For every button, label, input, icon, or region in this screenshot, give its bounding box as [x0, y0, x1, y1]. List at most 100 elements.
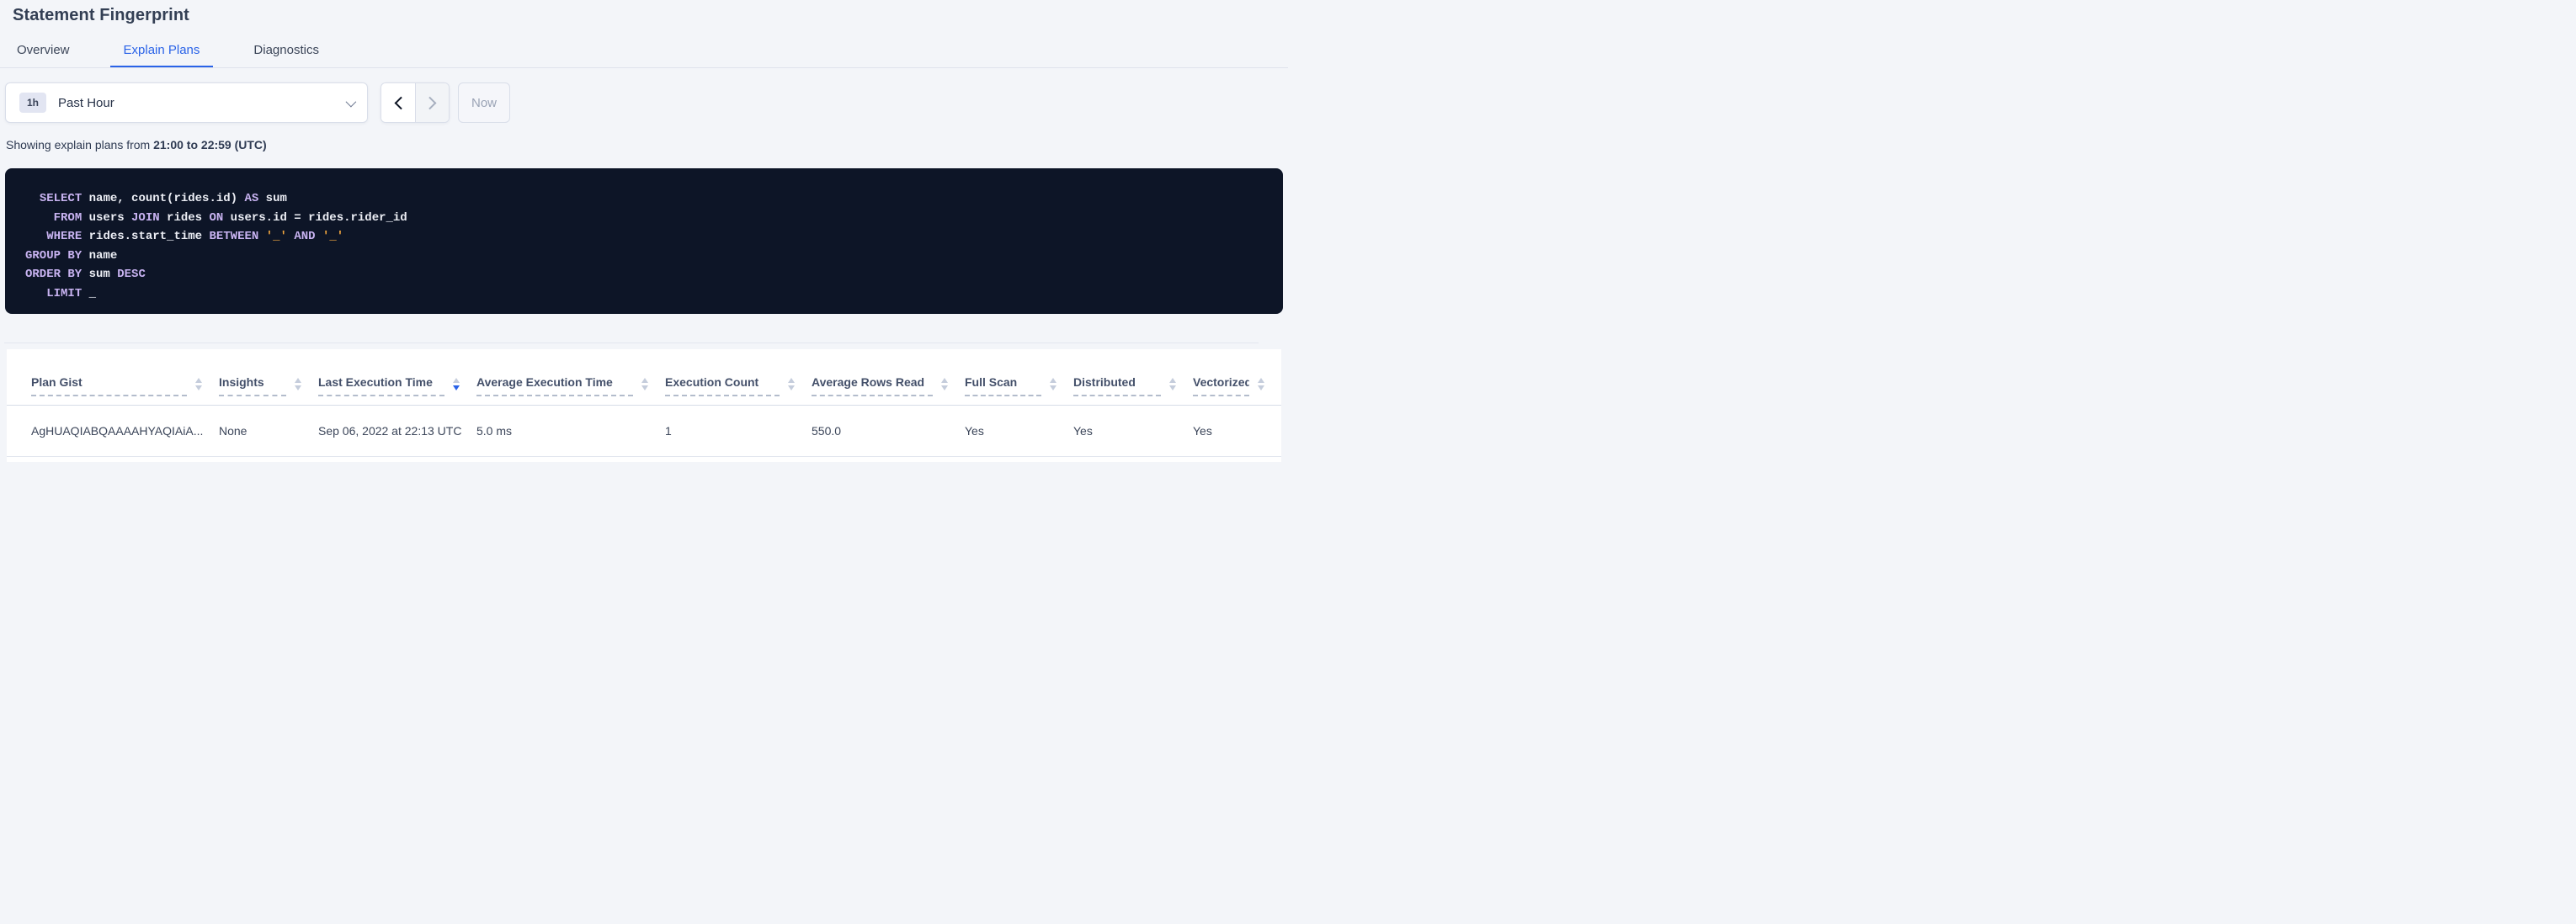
table-row: AgHUAQIABQAAAAHYAQIAiA...NoneSep 06, 202…: [7, 405, 1281, 456]
sort-icon[interactable]: [453, 378, 460, 390]
sql-text: name: [82, 249, 117, 263]
sql-keyword: AS: [244, 192, 258, 205]
sql-text: sum: [82, 268, 117, 281]
chevron-right-icon: [423, 96, 437, 109]
sort-desc-arrow: [1258, 385, 1264, 390]
sort-desc-arrow: [941, 385, 948, 390]
cell-plan-gist[interactable]: AgHUAQIABQAAAAHYAQIAiA...: [7, 405, 219, 456]
sql-keyword: ON: [209, 211, 223, 225]
sort-asc-arrow: [788, 378, 795, 383]
sql-keyword: LIMIT: [46, 287, 82, 300]
chevron-left-icon: [394, 96, 407, 109]
sort-icon[interactable]: [788, 378, 795, 390]
tab-diagnostics[interactable]: Diagnostics: [240, 31, 333, 68]
column-header-plan-gist[interactable]: Plan Gist: [7, 349, 219, 405]
cell-insights: None: [219, 405, 318, 456]
sort-icon[interactable]: [195, 378, 202, 390]
summary-prefix: Showing explain plans from: [6, 138, 153, 151]
sort-desc-arrow: [195, 385, 202, 390]
next-time-range-button[interactable]: [415, 83, 449, 122]
table-body: AgHUAQIABQAAAAHYAQIAiA...NoneSep 06, 202…: [7, 405, 1281, 456]
sort-icon[interactable]: [295, 378, 301, 390]
sort-asc-arrow: [1169, 378, 1176, 383]
sort-icon[interactable]: [641, 378, 648, 390]
column-header-last-execution-time[interactable]: Last Execution Time: [318, 349, 476, 405]
cell-average-execution-time: 5.0 ms: [476, 405, 665, 456]
column-label-full-scan: Full Scan: [965, 375, 1041, 396]
cell-last-execution-time: Sep 06, 2022 at 22:13 UTC: [318, 405, 476, 456]
cell-distributed: Yes: [1073, 405, 1193, 456]
time-range-summary: Showing explain plans from 21:00 to 22:5…: [6, 138, 267, 151]
sql-literal: '_': [322, 230, 343, 243]
column-label-insights: Insights: [219, 375, 286, 396]
column-label-vectorized: Vectorized: [1193, 375, 1249, 396]
sql-keyword: DESC: [117, 268, 146, 281]
sql-text: sum: [258, 192, 287, 205]
column-header-average-rows-read[interactable]: Average Rows Read: [812, 349, 965, 405]
sql-keyword: JOIN: [131, 211, 160, 225]
sql-keyword: AND: [294, 230, 315, 243]
column-header-vectorized[interactable]: Vectorized: [1193, 349, 1281, 405]
sql-code: SELECT name, count(rides.id) AS sum FROM…: [25, 189, 1263, 303]
sql-text: _: [82, 287, 96, 300]
time-controls: 1h Past Hour Now: [5, 82, 510, 123]
column-header-average-execution-time[interactable]: Average Execution Time: [476, 349, 665, 405]
time-range-badge: 1h: [19, 93, 46, 113]
sort-desc-arrow: [641, 385, 648, 390]
sql-keyword: FROM: [54, 211, 82, 225]
sql-text: rides.start_time: [82, 230, 209, 243]
sort-desc-arrow: [295, 385, 301, 390]
sort-asc-arrow: [1050, 378, 1056, 383]
cell-vectorized: Yes: [1193, 405, 1281, 456]
explain-plans-table-card: Plan Gist Insights Last Execution Time Aver…: [7, 349, 1281, 462]
tab-explain-plans[interactable]: Explain Plans: [110, 31, 214, 68]
sql-text: [25, 287, 46, 300]
column-header-distributed[interactable]: Distributed: [1073, 349, 1193, 405]
summary-range: 21:00 to 22:59 (UTC): [153, 138, 267, 151]
sort-asc-arrow: [941, 378, 948, 383]
sql-keyword: ORDER BY: [25, 268, 82, 281]
sort-icon[interactable]: [1258, 378, 1264, 390]
sort-asc-arrow: [453, 378, 460, 383]
cell-execution-count: 1: [665, 405, 812, 456]
time-nav-group: [381, 82, 450, 123]
sql-text: [25, 192, 40, 205]
cell-average-rows-read: 550.0: [812, 405, 965, 456]
sql-text: rides: [160, 211, 210, 225]
column-header-execution-count[interactable]: Execution Count: [665, 349, 812, 405]
sql-keyword: GROUP BY: [25, 249, 82, 263]
table-header-row: Plan Gist Insights Last Execution Time Aver…: [7, 349, 1281, 405]
time-range-select[interactable]: 1h Past Hour: [5, 82, 368, 123]
sort-asc-arrow: [641, 378, 648, 383]
sql-keyword: WHERE: [46, 230, 82, 243]
chevron-down-icon: [346, 96, 357, 107]
column-header-insights[interactable]: Insights: [219, 349, 318, 405]
sql-statement-box: SELECT name, count(rides.id) AS sum FROM…: [5, 168, 1283, 314]
explain-plans-table: Plan Gist Insights Last Execution Time Aver…: [7, 349, 1281, 457]
sort-asc-arrow: [195, 378, 202, 383]
column-label-plan-gist: Plan Gist: [31, 375, 187, 396]
sort-icon[interactable]: [1169, 378, 1176, 390]
tab-overview[interactable]: Overview: [3, 31, 83, 68]
sql-text: [25, 230, 46, 243]
time-range-label: Past Hour: [58, 96, 114, 110]
page-title: Statement Fingerprint: [13, 6, 189, 25]
column-label-average-rows-read: Average Rows Read: [812, 375, 933, 396]
sql-keyword: BETWEEN: [209, 230, 258, 243]
sql-text: name, count(rides.id): [82, 192, 244, 205]
prev-time-range-button[interactable]: [381, 83, 415, 122]
sort-asc-arrow: [295, 378, 301, 383]
now-button[interactable]: Now: [458, 82, 510, 123]
column-label-distributed: Distributed: [1073, 375, 1161, 396]
sort-asc-arrow: [1258, 378, 1264, 383]
cell-full-scan: Yes: [965, 405, 1073, 456]
column-header-full-scan[interactable]: Full Scan: [965, 349, 1073, 405]
column-label-last-execution-time: Last Execution Time: [318, 375, 444, 396]
sort-desc-arrow: [788, 385, 795, 390]
sort-icon[interactable]: [941, 378, 948, 390]
sort-desc-arrow: [1050, 385, 1056, 390]
sql-text: [25, 211, 54, 225]
sort-icon[interactable]: [1050, 378, 1056, 390]
sql-literal: '_': [266, 230, 287, 243]
column-label-average-execution-time: Average Execution Time: [476, 375, 633, 396]
